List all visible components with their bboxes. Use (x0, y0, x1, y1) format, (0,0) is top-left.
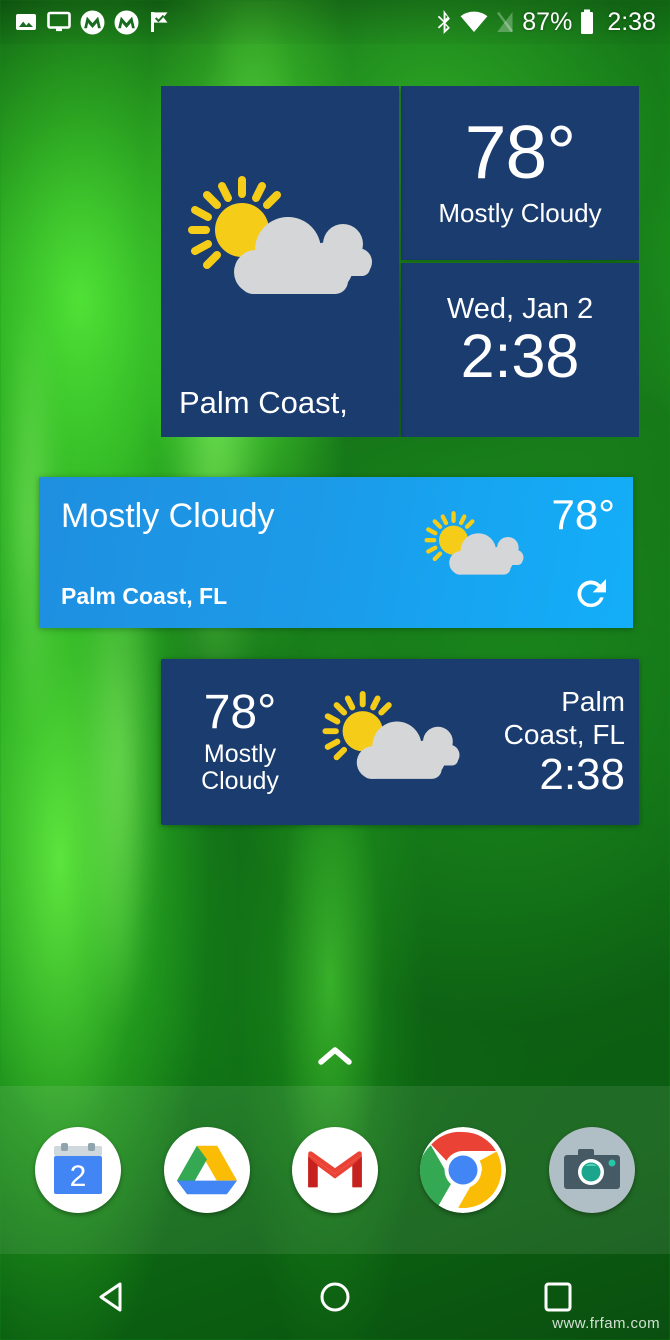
dock-app-chrome[interactable] (420, 1127, 507, 1213)
sun-behind-cloud-icon (322, 690, 460, 779)
battery-icon (579, 9, 595, 35)
watermark: www.frfam.com (552, 1315, 660, 1332)
drive-icon (176, 1145, 237, 1195)
dock-app-drive[interactable] (163, 1127, 250, 1213)
screenshot-image-icon (14, 10, 38, 34)
weather-clock-widget-right-column: 78° Mostly Cloudy Wed, Jan 2 2:38 (401, 86, 639, 437)
bluetooth-icon (435, 9, 453, 35)
wide-widget-left-column: 78° Mostly Cloudy (161, 685, 311, 796)
weather-widget-condition: Mostly Cloudy (438, 198, 602, 229)
clock-widget-panel[interactable]: Wed, Jan 2 2:38 (401, 263, 639, 437)
calendar-day-number: 2 (70, 1160, 87, 1193)
nav-back-button[interactable] (67, 1266, 157, 1328)
weather-widget-conditions-panel[interactable]: 78° Mostly Cloudy (401, 86, 639, 260)
wide-widget-condition: Mostly Cloudy (169, 739, 311, 796)
gmail-icon (308, 1151, 362, 1188)
motorola-logo-icon (80, 10, 105, 35)
weather-clock-widget-large[interactable]: Palm Coast, 78° Mostly Cloudy Wed, Jan 2… (161, 86, 639, 437)
calendar-icon: 2 (54, 1143, 103, 1194)
status-bar-right-icons: 87% 2:38 (435, 9, 656, 35)
mobile-signal-icon (495, 11, 515, 33)
weather-widget-banner[interactable]: Mostly Cloudy Palm Coast, FL 78° (39, 477, 633, 628)
camera-icon (563, 1149, 620, 1189)
app-drawer-handle[interactable] (0, 1043, 670, 1069)
weather-widget-city-label: Palm Coast, (179, 385, 348, 420)
wifi-icon (460, 11, 488, 33)
banner-city-label: Palm Coast, FL (61, 583, 228, 609)
chrome-icon (420, 1127, 507, 1213)
home-circle-icon (320, 1282, 350, 1312)
android-home-screen: 87% 2:38 Palm Coast, 78° Mostly Cloudy W… (0, 0, 670, 1340)
refresh-icon[interactable] (571, 574, 611, 614)
weather-widget-temperature: 78° (464, 109, 576, 194)
weather-clock-widget-wide[interactable]: 78° Mostly Cloudy Palm Coast, FL 2:38 (161, 659, 639, 825)
status-bar-left-icons (14, 10, 170, 35)
dock-app-gmail[interactable] (291, 1127, 378, 1213)
banner-temperature-label: 78° (551, 491, 615, 538)
dock: 2 (0, 1086, 670, 1254)
nav-home-button[interactable] (290, 1266, 380, 1328)
wide-widget-icon-holder (311, 688, 471, 796)
wide-widget-city-line1: Palm (561, 686, 625, 718)
battery-percent-label: 87% (522, 7, 573, 36)
check-flag-icon (148, 10, 170, 34)
wide-widget-time: 2:38 (539, 750, 625, 800)
wide-widget-condition-line2: Cloudy (201, 767, 279, 795)
dock-app-calendar[interactable]: 2 (35, 1127, 122, 1213)
weather-widget-icon-panel[interactable]: Palm Coast, (161, 86, 399, 437)
chevron-up-icon[interactable] (315, 1043, 355, 1069)
clock-widget-time: 2:38 (460, 322, 580, 390)
status-bar-clock: 2:38 (607, 7, 656, 36)
dock-app-camera[interactable] (548, 1127, 635, 1213)
back-triangle-icon (99, 1282, 122, 1312)
status-bar[interactable]: 87% 2:38 (0, 0, 670, 44)
banner-condition-label: Mostly Cloudy (61, 497, 275, 535)
weather-icon-holder (161, 172, 399, 317)
sun-behind-cloud-icon (424, 511, 524, 575)
wide-widget-condition-line1: Mostly (203, 739, 277, 768)
sun-behind-cloud-icon (188, 176, 375, 294)
wide-widget-temperature: 78° (203, 685, 277, 739)
wide-widget-city: Palm Coast, FL (471, 685, 625, 751)
cast-screen-icon (47, 11, 71, 33)
recents-square-icon (544, 1282, 572, 1312)
banner-weather-icon-holder (419, 509, 529, 592)
motorola-logo-icon-2 (114, 10, 139, 35)
wide-widget-city-line2: Coast, FL (503, 719, 625, 751)
wide-widget-right-column: Palm Coast, FL 2:38 (471, 685, 639, 798)
